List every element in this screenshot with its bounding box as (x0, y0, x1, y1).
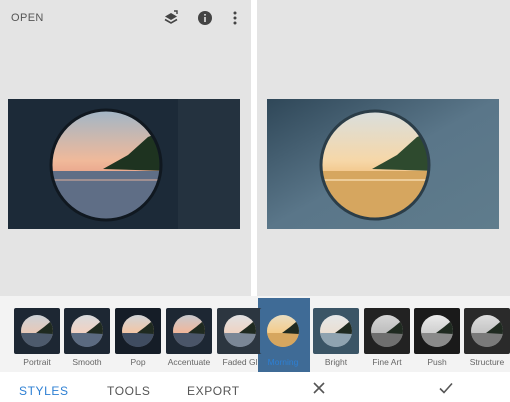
bottom-bar: STYLES TOOLS EXPORT (0, 372, 510, 401)
style-thumbnail-pop[interactable] (115, 308, 161, 354)
layers-undo-icon[interactable] (163, 10, 179, 26)
style-thumbnail-fine-art[interactable] (364, 308, 410, 354)
style-thumbnail-bright[interactable] (313, 308, 359, 354)
edited-photo (267, 99, 499, 229)
style-thumbnail-smooth[interactable] (64, 308, 110, 354)
tab-tools[interactable]: TOOLS (107, 384, 150, 398)
more-vert-icon[interactable] (227, 10, 243, 26)
style-thumbnail-structure[interactable] (464, 308, 510, 354)
info-icon[interactable] (197, 10, 213, 26)
edited-preview-pane (257, 0, 510, 296)
tab-export[interactable]: EXPORT (187, 384, 240, 398)
style-thumbnail-accentuate[interactable] (166, 308, 212, 354)
style-label[interactable]: Morning (253, 357, 313, 367)
open-button[interactable]: OPEN (11, 12, 44, 24)
style-thumbnail-push[interactable] (414, 308, 460, 354)
tab-styles[interactable]: STYLES (19, 384, 69, 398)
style-label[interactable]: Structure (457, 357, 510, 367)
style-thumbnail-faded-gl[interactable] (217, 308, 263, 354)
close-icon[interactable] (310, 379, 328, 397)
original-preview-pane: OPEN (0, 0, 251, 296)
style-thumbnail-morning[interactable] (260, 308, 306, 354)
check-icon[interactable] (437, 379, 455, 397)
style-thumbnail-portrait[interactable] (14, 308, 60, 354)
original-photo (8, 99, 240, 229)
